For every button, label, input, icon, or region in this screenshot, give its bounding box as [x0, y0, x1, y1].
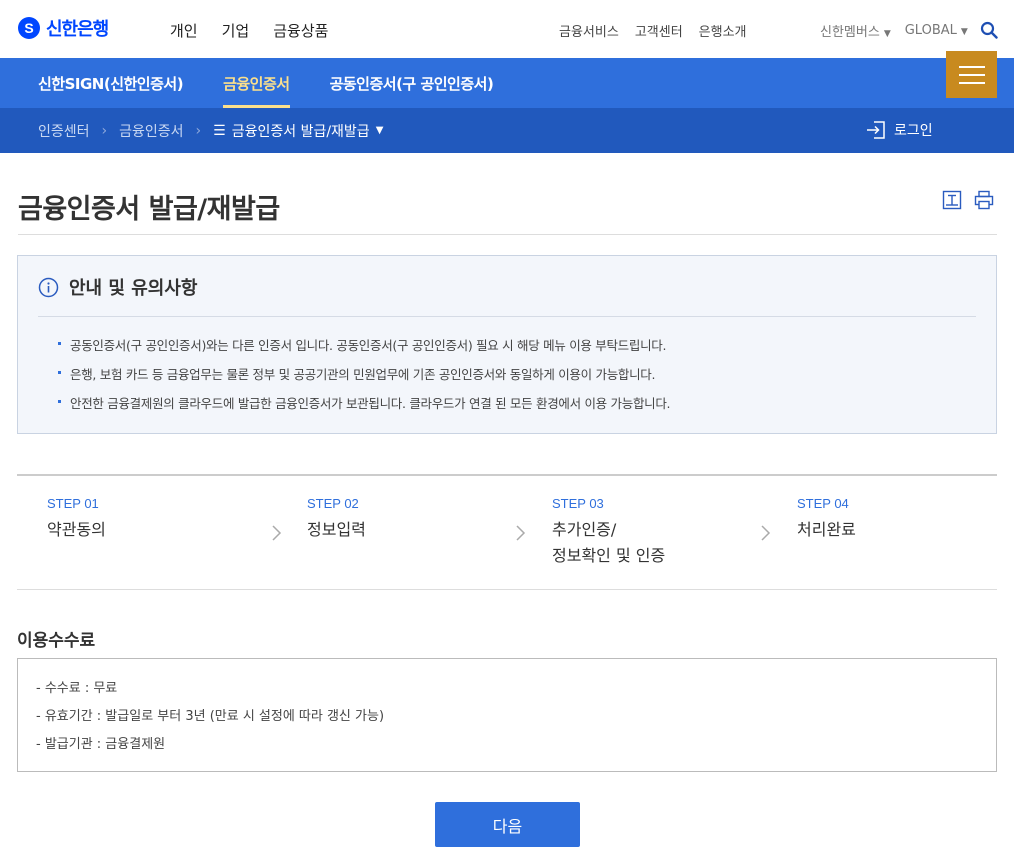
breadcrumb-bar: 인증센터 › 금융인증서 › ☰ 금융인증서 발급/재발급 ▼ 로그인 [0, 108, 1014, 153]
members-label: 신한멤버스 [820, 25, 880, 40]
page-tools [942, 190, 994, 210]
certificate-tab-bar: 신한SIGN(신한인증서) 금융인증서 공동인증서(구 공인인증서) [0, 58, 1014, 108]
step-number: STEP 01 [47, 496, 99, 511]
font-size-icon[interactable] [942, 190, 962, 210]
chevron-right-icon: › [195, 122, 202, 139]
top-header: S 신한은행 개인 기업 금융상품 금융서비스 고객센터 은행소개 신한멤버스 ▼… [0, 0, 1014, 58]
step-label: 처리완료 [797, 520, 856, 539]
members-dropdown[interactable]: 신한멤버스 ▼ [820, 21, 891, 40]
logo-mark: S [18, 17, 40, 39]
login-button[interactable]: 로그인 [866, 120, 933, 140]
info-icon [38, 277, 59, 297]
step-number: STEP 03 [552, 496, 604, 511]
breadcrumb: 인증센터 › 금융인증서 › ☰ 금융인증서 발급/재발급 ▼ [38, 108, 383, 153]
step-2: STEP 02 정보입력 [307, 496, 366, 543]
global-label: GLOBAL [904, 23, 957, 38]
caret-down-icon: ▼ [883, 29, 891, 39]
chevron-right-icon: › [101, 122, 108, 139]
step-1: STEP 01 약관동의 [47, 496, 106, 543]
tab-financial-certificate[interactable]: 금융인증서 [223, 58, 290, 108]
global-dropdown[interactable]: GLOBAL ▼ [905, 23, 968, 38]
step-label: 정보입력 [307, 520, 366, 539]
chevron-right-icon [272, 525, 282, 541]
title-divider [18, 234, 997, 235]
search-icon[interactable] [980, 21, 998, 39]
step-number: STEP 04 [797, 496, 849, 511]
nav-personal[interactable]: 개인 [170, 20, 198, 41]
nav-corporate[interactable]: 기업 [222, 20, 250, 41]
logo-text: 신한은행 [46, 19, 109, 40]
nav-products[interactable]: 금융상품 [273, 20, 328, 41]
notice-header: 안내 및 유의사항 [38, 274, 197, 300]
breadcrumb-item-financial-cert[interactable]: 금융인증서 [119, 121, 183, 141]
notice-item: 안전한 금융결제원의 클라우드에 발급한 금융인증서가 보관됩니다. 클라우드가… [58, 393, 671, 422]
hamburger-line [958, 73, 985, 76]
utility-nav: 금융서비스 고객센터 은행소개 [559, 21, 747, 40]
fee-list: - 수수료 : 무료 - 유효기간 : 발급일로 부터 3년 (만료 시 설정에… [36, 677, 384, 761]
step-label: 약관동의 [47, 520, 106, 539]
login-icon [867, 121, 885, 139]
step-number: STEP 02 [307, 496, 359, 511]
fee-item: - 유효기간 : 발급일로 부터 3년 (만료 시 설정에 따라 갱신 가능) [36, 709, 385, 724]
shinhan-logo[interactable]: S 신한은행 [18, 15, 109, 41]
fee-item: - 수수료 : 무료 [36, 681, 118, 696]
fee-item: - 발급기관 : 금융결제원 [36, 737, 166, 752]
breadcrumb-item-cert-center[interactable]: 인증센터 [38, 121, 90, 141]
hamburger-menu-button[interactable] [946, 51, 997, 98]
step-indicator: STEP 01 약관동의 STEP 02 정보입력 STEP 03 추가인증/ … [17, 474, 997, 590]
nav-about-bank[interactable]: 은행소개 [699, 21, 747, 40]
fee-section-title: 이용수수료 [17, 631, 96, 651]
notice-box: 안내 및 유의사항 공동인증서(구 공인인증서)와는 다른 인증서 입니다. 공… [17, 255, 997, 434]
fee-box: - 수수료 : 무료 - 유효기간 : 발급일로 부터 3년 (만료 시 설정에… [17, 658, 997, 772]
step-4: STEP 04 처리완료 [797, 496, 856, 543]
chevron-right-icon [761, 525, 771, 541]
chevron-right-icon [516, 525, 526, 541]
list-icon: ☰ [213, 122, 226, 139]
breadcrumb-current-dropdown[interactable]: ☰ 금융인증서 발급/재발급 ▼ [213, 121, 383, 141]
hamburger-line [958, 81, 985, 84]
notice-item: 공동인증서(구 공인인증서)와는 다른 인증서 입니다. 공동인증서(구 공인인… [58, 335, 670, 364]
tab-shinhan-sign[interactable]: 신한SIGN(신한인증서) [38, 58, 184, 108]
tab-joint-certificate[interactable]: 공동인증서(구 공인인증서) [330, 58, 494, 108]
step-3: STEP 03 추가인증/ 정보확인 및 인증 [552, 496, 665, 569]
main-nav: 개인 기업 금융상품 [170, 20, 328, 41]
step-label: 추가인증/ [552, 520, 617, 539]
hamburger-line [958, 65, 985, 68]
print-icon[interactable] [974, 190, 994, 210]
nav-financial-services[interactable]: 금융서비스 [559, 21, 619, 40]
step-label-line2: 정보확인 및 인증 [552, 546, 666, 565]
login-label: 로그인 [894, 123, 933, 139]
notice-list: 공동인증서(구 공인인증서)와는 다른 인증서 입니다. 공동인증서(구 공인인… [58, 335, 671, 422]
notice-item: 은행, 보험 카드 등 금융업무는 물론 정부 및 공공기관의 민원업무에 기존… [58, 364, 670, 393]
notice-divider [38, 316, 976, 317]
caret-down-icon: ▼ [960, 27, 968, 37]
nav-customer-center[interactable]: 고객센터 [635, 21, 683, 40]
page-title: 금융인증서 발급/재발급 [18, 194, 280, 225]
breadcrumb-current-label: 금융인증서 발급/재발급 [231, 123, 370, 140]
notice-title: 안내 및 유의사항 [69, 278, 198, 299]
right-nav: 신한멤버스 ▼ GLOBAL ▼ [820, 21, 968, 40]
tabs: 신한SIGN(신한인증서) 금융인증서 공동인증서(구 공인인증서) [38, 58, 494, 108]
next-button[interactable]: 다음 [435, 802, 580, 847]
caret-down-icon: ▼ [375, 125, 384, 136]
